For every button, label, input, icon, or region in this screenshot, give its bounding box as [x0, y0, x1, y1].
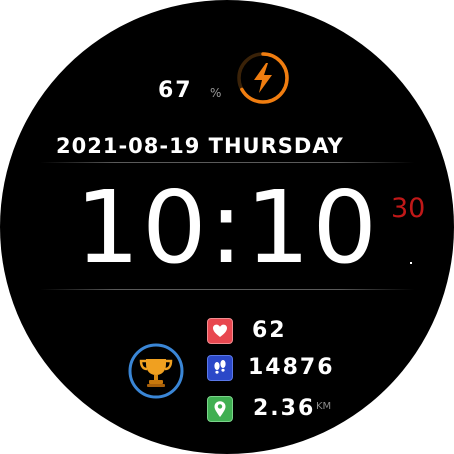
- heart-icon: [213, 324, 227, 337]
- lightning-bolt-icon: [254, 63, 272, 93]
- bottom-divider: [40, 289, 414, 290]
- heart-rate-value: 62: [252, 318, 287, 343]
- battery-unit: %: [210, 86, 222, 100]
- distance-unit: KM: [316, 401, 332, 412]
- watch-face: 67 % 2021-08-19 THURSDAY 10:10 30 62 148…: [0, 0, 454, 454]
- achievement-button[interactable]: [127, 342, 185, 400]
- heart-rate-tile[interactable]: [207, 318, 233, 344]
- steps-value: 14876: [248, 355, 335, 380]
- seconds-display: 30: [391, 193, 426, 224]
- trophy-icon: [139, 359, 173, 387]
- footsteps-icon: [214, 360, 226, 374]
- distance-value: 2.36: [253, 396, 316, 421]
- indicator-dot: [410, 262, 412, 264]
- battery-gauge[interactable]: [235, 50, 291, 106]
- date-display: 2021-08-19 THURSDAY: [56, 134, 344, 158]
- location-pin-icon: [214, 401, 226, 417]
- distance-tile[interactable]: [207, 396, 233, 422]
- steps-tile[interactable]: [207, 355, 233, 381]
- top-divider: [40, 162, 414, 163]
- time-display: 10:10: [75, 169, 380, 286]
- battery-percentage: 67: [158, 78, 193, 103]
